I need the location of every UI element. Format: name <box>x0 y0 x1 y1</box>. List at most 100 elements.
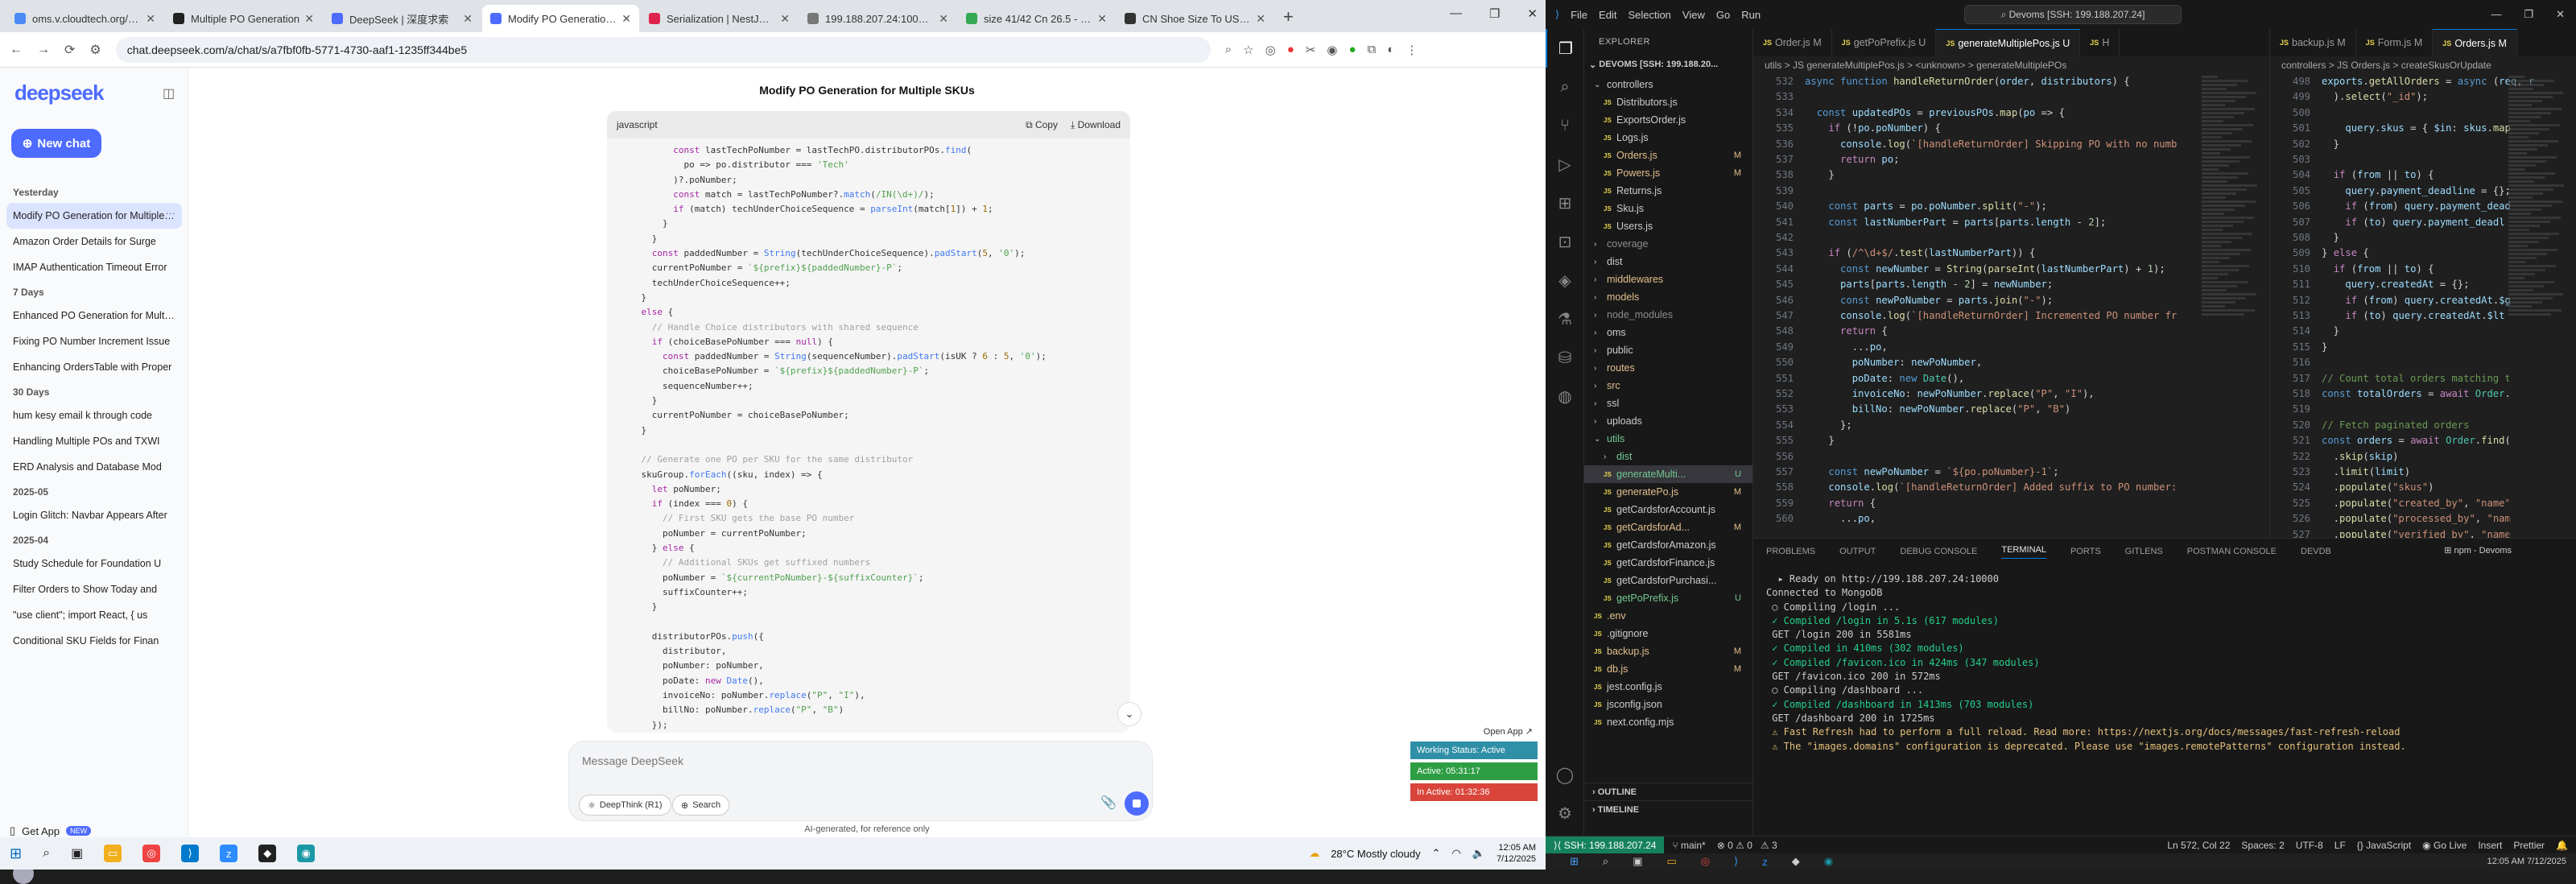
tree-folder[interactable]: › middlewares <box>1584 271 1752 288</box>
indentation[interactable]: Spaces: 2 <box>2241 840 2284 851</box>
search-icon[interactable]: ⌕ <box>1603 855 1608 868</box>
weather-text[interactable]: 28°C Mostly cloudy <box>1331 848 1420 860</box>
branch-indicator[interactable]: ⑂ main* <box>1672 840 1705 851</box>
browser-tab[interactable]: size 41/42 Cn 26.5 - Goo... ✕ <box>958 5 1115 32</box>
tree-folder[interactable]: › ssl <box>1584 394 1752 412</box>
notifications-icon[interactable]: 🔔 <box>2556 840 2568 851</box>
tree-file[interactable]: JS Logs.js <box>1584 129 1752 147</box>
encoding[interactable]: UTF-8 <box>2296 840 2323 851</box>
history-item[interactable]: IMAP Authentication Timeout Error <box>0 254 188 280</box>
language-mode[interactable]: {} JavaScript <box>2357 840 2411 851</box>
tree-folder[interactable]: › uploads <box>1584 412 1752 430</box>
clock[interactable]: 12:05 AM 7/12/2025 <box>1496 842 1536 865</box>
tree-file[interactable]: JS getCardsforAmazon.js <box>1584 536 1752 554</box>
editor-tab[interactable]: JS Orders.js M <box>2433 29 2517 56</box>
minimap[interactable] <box>2202 74 2258 538</box>
history-item[interactable]: Handling Multiple POs and TXWI <box>0 428 188 454</box>
history-item[interactable]: Enhanced PO Generation for Multiple <box>0 303 188 328</box>
editor-tab[interactable]: JS H <box>2080 29 2120 56</box>
file-explorer-icon[interactable]: ▭ <box>1666 855 1676 868</box>
history-item[interactable]: "use client"; import React, { us <box>0 602 188 628</box>
settings-gear-icon[interactable]: ⚙ <box>1546 794 1584 832</box>
search-icon[interactable]: ⌕ <box>1546 68 1584 106</box>
puzzle-icon[interactable]: ⧉ <box>1368 43 1377 57</box>
tree-folder[interactable]: › routes <box>1584 359 1752 377</box>
tree-file[interactable]: JS Distributors.js <box>1584 93 1752 111</box>
tab-close-icon[interactable]: ✕ <box>1097 12 1107 26</box>
new-tab-button[interactable]: + <box>1283 6 1294 27</box>
code-editor[interactable]: 532 async function handleReturnOrder(orde… <box>1753 74 2269 538</box>
tree-file[interactable]: JS getPoPrefix.js U <box>1584 589 1752 607</box>
editor-tab[interactable]: JS generateMultiplePos.js U <box>1936 29 2081 56</box>
file-explorer-icon[interactable]: ▭ <box>104 845 122 862</box>
tree-file[interactable]: JS Returns.js <box>1584 182 1752 200</box>
chrome-icon[interactable]: ◎ <box>142 845 161 862</box>
menu-icon[interactable]: ⋮ <box>1406 43 1418 57</box>
deepthink-toggle[interactable]: ⚛ DeepThink (R1) <box>579 795 671 816</box>
panel-tab-problems[interactable]: PROBLEMS <box>1766 547 1815 556</box>
terminal-name[interactable]: ⊞ npm - Devoms <box>2444 545 2512 556</box>
profile-icon[interactable]: ◐ <box>1387 43 1394 57</box>
app-icon[interactable]: ◉ <box>297 845 316 862</box>
copy-button[interactable]: ⧉ Copy <box>1026 119 1058 131</box>
maximize-icon[interactable]: ❐ <box>2524 8 2533 21</box>
tree-folder[interactable]: ⌄ utils <box>1584 430 1752 448</box>
reload-icon[interactable]: ⟳ <box>64 42 75 58</box>
tree-folder[interactable]: › dist <box>1584 253 1752 271</box>
browser-tab[interactable]: 199.188.207.24:10000/d... ✕ <box>799 5 956 32</box>
task-view-icon[interactable]: ▣ <box>1633 855 1642 868</box>
tree-folder[interactable]: › dist <box>1584 448 1752 465</box>
extension-icon[interactable]: ✂ <box>1306 43 1316 57</box>
panel-tab-devdb[interactable]: DEVDB <box>2301 547 2331 556</box>
scroll-down-button[interactable]: ⌄ <box>1117 702 1141 726</box>
terminal-output[interactable]: ▸ Ready on http://199.188.207.24:10000 Co… <box>1753 564 2576 762</box>
tree-file[interactable]: JS getCardsforFinance.js <box>1584 554 1752 572</box>
tree-folder[interactable]: › coverage <box>1584 235 1752 253</box>
remote-explorer-icon[interactable]: ⊡ <box>1546 222 1584 261</box>
zoom-app-icon[interactable]: z <box>220 845 238 862</box>
windows-start-icon[interactable]: ⊞ <box>1570 855 1579 868</box>
tree-file[interactable]: JS .gitignore <box>1584 625 1752 642</box>
tab-close-icon[interactable]: ✕ <box>146 12 155 26</box>
outline-section[interactable]: › OUTLINE <box>1584 783 1753 800</box>
account-icon[interactable]: ◯ <box>1546 755 1584 794</box>
forward-icon[interactable]: → <box>37 43 50 57</box>
tree-file[interactable]: JS getCardsforPurchasi... <box>1584 572 1752 589</box>
windows-start-icon[interactable]: ⊞ <box>10 845 22 862</box>
browser-tab[interactable]: Modify PO Generation fo... ✕ <box>482 5 639 32</box>
tree-folder[interactable]: › src <box>1584 377 1752 394</box>
warnings-indicator[interactable]: ⚠ 3 <box>1761 840 1777 851</box>
close-icon[interactable]: ✕ <box>2556 8 2565 21</box>
history-item[interactable]: hum kesy email k through code <box>0 403 188 428</box>
tray-chevron-icon[interactable]: ⌃ <box>1432 847 1441 860</box>
tree-file[interactable]: JS Users.js <box>1584 217 1752 235</box>
menu-run[interactable]: Run <box>1741 9 1761 21</box>
vscode-icon[interactable]: ⟩ <box>1734 855 1738 868</box>
app-icon[interactable]: ◆ <box>258 845 277 862</box>
menu-edit[interactable]: Edit <box>1599 9 1616 21</box>
browser-tab[interactable]: oms.v.cloudtech.org/da... ✕ <box>6 5 163 32</box>
url-bar[interactable]: chat.deepseek.com/a/chat/s/a7fbf0fb-5771… <box>115 36 1211 63</box>
maximize-icon[interactable]: ❐ <box>1489 6 1500 21</box>
tab-close-icon[interactable]: ✕ <box>1256 12 1265 26</box>
message-input[interactable] <box>582 753 1065 769</box>
menu-selection[interactable]: Selection <box>1628 9 1670 21</box>
workspace-root[interactable]: ⌄ DEVOMS [SSH: 199.188.20... <box>1584 55 1752 74</box>
explorer-icon[interactable]: ❐ <box>1546 29 1584 68</box>
tab-close-icon[interactable]: ✕ <box>621 12 631 26</box>
panel-tab-terminal[interactable]: TERMINAL <box>2001 545 2046 559</box>
get-app-link[interactable]: ▯ Get App NEW <box>10 824 92 837</box>
history-item[interactable]: Login Glitch: Navbar Appears After <box>0 502 188 528</box>
editor-tab[interactable]: JS backup.js M <box>2270 29 2356 56</box>
extension-icon[interactable]: ● <box>1287 43 1294 57</box>
vscode-icon[interactable]: ⟩ <box>181 845 200 862</box>
history-item[interactable]: Modify PO Generation for Multiple SKUs ··… <box>6 203 182 229</box>
history-item[interactable]: Study Schedule for Foundation U <box>0 551 188 576</box>
collapse-sidebar-icon[interactable]: ◫ <box>163 85 175 101</box>
tab-close-icon[interactable]: ✕ <box>939 12 948 26</box>
history-item[interactable]: Filter Orders to Show Today and <box>0 576 188 602</box>
editor-tab[interactable]: JS Form.js M <box>2356 29 2434 56</box>
tab-close-icon[interactable]: ✕ <box>304 12 314 26</box>
tree-file[interactable]: JS generateMulti... U <box>1584 465 1752 483</box>
attach-icon[interactable]: 📎 <box>1100 795 1117 811</box>
